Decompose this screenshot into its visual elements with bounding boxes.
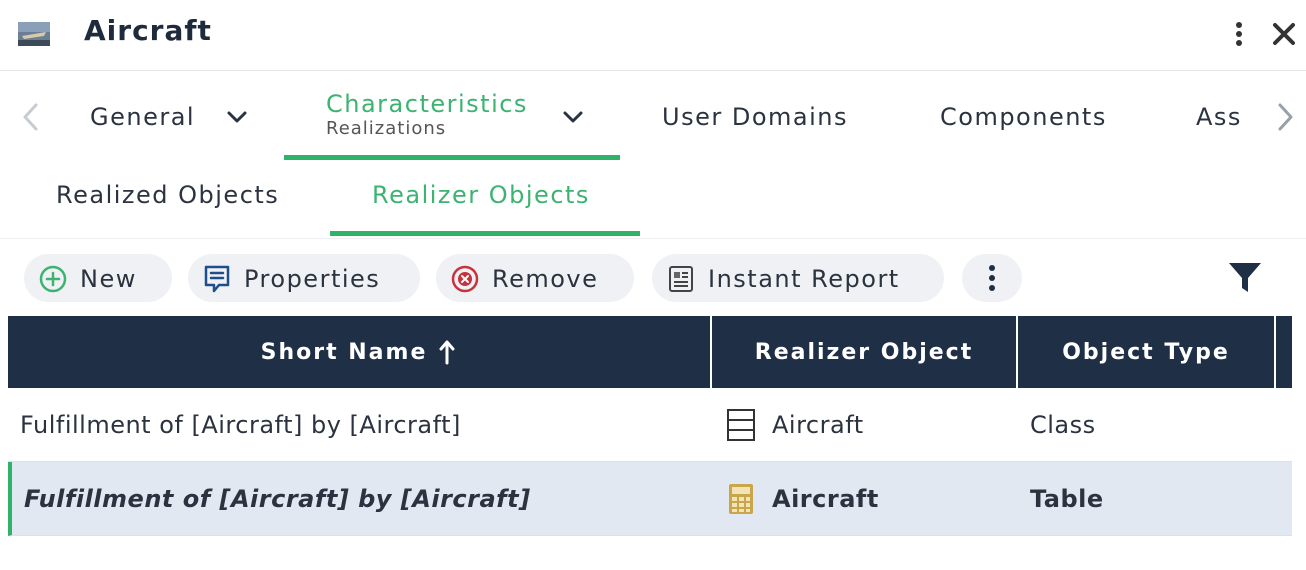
- aircraft-image-icon: [18, 22, 50, 46]
- chevron-down-icon[interactable]: [560, 106, 586, 128]
- button-label: Remove: [492, 265, 599, 293]
- properties-icon: [204, 265, 230, 293]
- page-title: Aircraft: [84, 14, 212, 47]
- filter-icon[interactable]: [1226, 260, 1264, 296]
- tab-realizer-objects[interactable]: Realizer Objects: [330, 162, 640, 236]
- table-row[interactable]: Fulfillment of [Aircraft] by [Aircraft] …: [8, 388, 1292, 462]
- tab-label: Realizer Objects: [372, 181, 590, 209]
- column-header-label: Object Type: [1062, 339, 1230, 365]
- tab-label: Realized Objects: [56, 181, 280, 209]
- column-header-short-name[interactable]: Short Name: [8, 316, 712, 388]
- remove-button[interactable]: Remove: [436, 254, 634, 302]
- toolbar: New Properties Remove Instant Report: [0, 250, 1306, 306]
- tab-sublabel: Realizations: [326, 118, 447, 139]
- instant-report-button[interactable]: Instant Report: [652, 254, 944, 302]
- new-button[interactable]: New: [24, 254, 172, 302]
- report-icon: [669, 266, 693, 292]
- tab-characteristics[interactable]: Characteristics Realizations: [284, 72, 620, 160]
- tab-label: Characteristics: [326, 90, 528, 118]
- button-label: Instant Report: [708, 265, 900, 293]
- column-header-realizer-object[interactable]: Realizer Object: [712, 316, 1018, 388]
- realizer-object-label: Aircraft: [772, 485, 879, 513]
- tab-user-domains[interactable]: User Domains: [640, 72, 880, 160]
- vertical-ellipsis-icon: [989, 265, 995, 291]
- tab-associations[interactable]: Ass: [1176, 72, 1256, 160]
- tab-label: Ass: [1196, 103, 1242, 131]
- button-label: New: [80, 265, 137, 293]
- column-header-label: Realizer Object: [754, 339, 974, 365]
- secondary-tabs: Realized Objects Realizer Objects: [0, 162, 1306, 239]
- cell-object-type: Class: [1030, 411, 1096, 439]
- chevron-left-icon[interactable]: [16, 100, 46, 134]
- realizer-object-label: Aircraft: [772, 411, 864, 439]
- primary-tabs: General Characteristics Realizations Use…: [0, 72, 1306, 162]
- tab-label: User Domains: [662, 103, 848, 131]
- column-header-object-type[interactable]: Object Type: [1018, 316, 1276, 388]
- more-actions-button[interactable]: [962, 254, 1022, 302]
- sort-ascending-icon: [439, 340, 455, 365]
- cell-object-type: Table: [1030, 485, 1104, 513]
- properties-button[interactable]: Properties: [188, 254, 420, 302]
- remove-circle-icon: [451, 265, 479, 293]
- close-icon[interactable]: [1268, 16, 1300, 52]
- cell-short-name: Fulfillment of [Aircraft] by [Aircraft]: [24, 485, 531, 513]
- active-tab-indicator: [284, 155, 620, 160]
- chevron-right-icon[interactable]: [1270, 100, 1300, 134]
- tab-general[interactable]: General: [66, 72, 276, 160]
- panel-header: Aircraft: [0, 0, 1306, 71]
- active-tab-indicator: [330, 231, 640, 236]
- class-icon: [727, 409, 755, 441]
- tab-label: Components: [940, 103, 1107, 131]
- vertical-ellipsis-icon[interactable]: [1228, 18, 1250, 50]
- cell-realizer-object: Aircraft: [726, 388, 864, 462]
- button-label: Properties: [244, 265, 381, 293]
- table-header: Short Name Realizer Object Object Type: [8, 316, 1292, 388]
- tab-realized-objects[interactable]: Realized Objects: [36, 162, 316, 236]
- tab-label: General: [90, 103, 196, 131]
- tab-components[interactable]: Components: [918, 72, 1138, 160]
- plus-circle-icon: [39, 265, 67, 293]
- table-icon: [729, 484, 753, 514]
- cell-short-name: Fulfillment of [Aircraft] by [Aircraft]: [20, 411, 461, 439]
- cell-realizer-object: Aircraft: [726, 462, 879, 536]
- column-header-label: Short Name: [260, 339, 428, 365]
- table-row-selected[interactable]: Fulfillment of [Aircraft] by [Aircraft] …: [8, 462, 1292, 536]
- chevron-down-icon[interactable]: [224, 106, 250, 128]
